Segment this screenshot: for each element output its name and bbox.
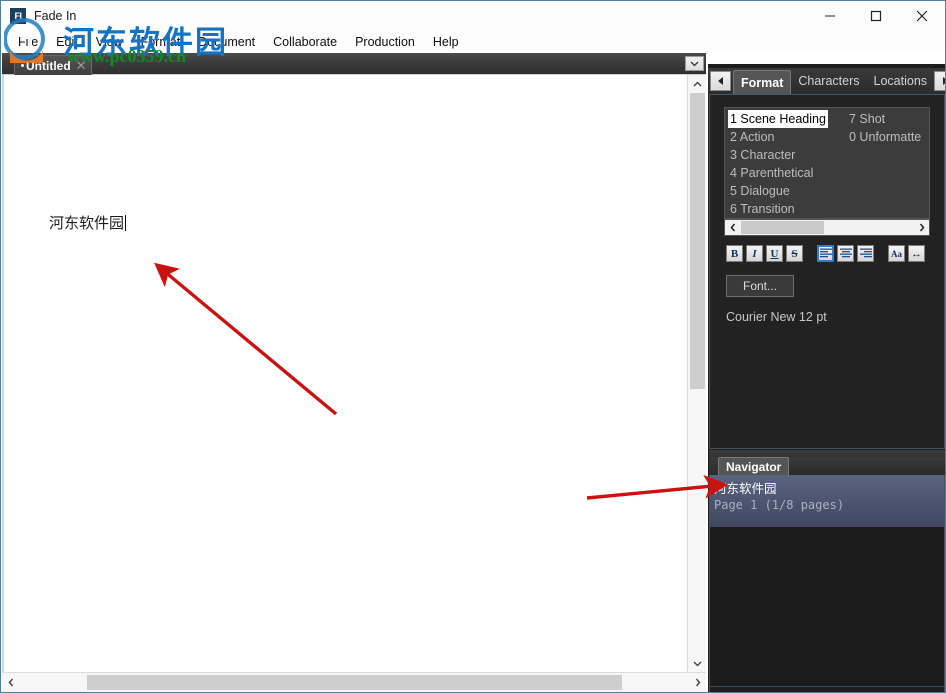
- tab-characters[interactable]: Characters: [791, 68, 866, 94]
- element-list-horizontal-scrollbar[interactable]: [724, 219, 930, 236]
- text-caret: [125, 215, 126, 231]
- menu-item-view[interactable]: View: [87, 33, 132, 51]
- navigator-item-title: 河东软件园: [714, 478, 944, 497]
- document-tab-untitled[interactable]: Untitled ✕: [14, 55, 92, 75]
- title-bar: FI Fade In: [1, 1, 945, 31]
- horizontal-scroll-thumb[interactable]: [87, 675, 622, 690]
- vertical-scroll-thumb[interactable]: [690, 93, 705, 389]
- panel-tabs-prev-button[interactable]: [710, 71, 731, 91]
- tab-locations[interactable]: Locations: [867, 68, 935, 94]
- font-button[interactable]: Font...: [726, 275, 794, 297]
- align-center-icon: [840, 248, 852, 259]
- chevron-up-icon: [693, 81, 702, 87]
- align-center-button[interactable]: [837, 245, 854, 262]
- strikethrough-button[interactable]: S: [786, 245, 803, 262]
- close-button[interactable]: [899, 1, 945, 31]
- navigator-footer: Page 1 of 1 Show: [709, 686, 945, 693]
- navigator-tab-bar: Navigator: [709, 457, 945, 475]
- close-tab-icon[interactable]: ✕: [76, 59, 87, 72]
- element-action[interactable]: 2 Action: [728, 128, 828, 146]
- modified-dot-icon: [21, 64, 24, 67]
- panel-tab-bar: Format Characters Locations: [708, 68, 946, 94]
- panel-tabs-next-button[interactable]: [934, 71, 946, 91]
- change-case-button[interactable]: Aa: [888, 245, 905, 262]
- scroll-left-button[interactable]: [2, 673, 19, 692]
- menu-item-help[interactable]: Help: [424, 33, 468, 51]
- chevron-right-icon: [695, 678, 701, 687]
- document-tab-strip: Untitled ✕: [2, 53, 706, 75]
- right-panel: Format Characters Locations 1 Scene Head…: [708, 64, 946, 693]
- change-case-icon: Aa: [891, 249, 902, 259]
- element-list-column-1: 1 Scene Heading 2 Action 3 Character 4 P…: [728, 110, 828, 218]
- element-list-scroll-left-button[interactable]: [725, 220, 740, 235]
- chevron-left-icon: [730, 223, 736, 232]
- align-right-button[interactable]: [857, 245, 874, 262]
- document-horizontal-scrollbar[interactable]: [2, 672, 706, 692]
- tab-list-dropdown-button[interactable]: [685, 56, 704, 71]
- element-transition[interactable]: 6 Transition: [728, 200, 828, 218]
- document-vertical-scrollbar[interactable]: [687, 75, 706, 672]
- align-left-icon: [820, 248, 832, 259]
- element-list-scroll-thumb[interactable]: [741, 221, 824, 234]
- chevron-down-icon: [690, 61, 699, 67]
- font-description: Courier New 12 pt: [726, 310, 827, 324]
- element-type-list[interactable]: 1 Scene Heading 2 Action 3 Character 4 P…: [724, 107, 930, 219]
- element-shot[interactable]: 7 Shot: [847, 110, 923, 128]
- element-character[interactable]: 3 Character: [728, 146, 828, 164]
- document-area: 河东软件园: [2, 75, 706, 672]
- underline-icon: U: [771, 248, 779, 260]
- menu-item-file[interactable]: File: [9, 33, 47, 51]
- align-left-button[interactable]: [817, 245, 834, 262]
- chevron-right-icon: [919, 223, 925, 232]
- bold-button[interactable]: B: [726, 245, 743, 262]
- chevron-left-icon: [8, 678, 14, 687]
- navigator-list[interactable]: 河东软件园 Page 1 (1/8 pages): [709, 475, 945, 686]
- spacing-button[interactable]: ↔: [908, 245, 925, 262]
- screenplay-text-line[interactable]: 河东软件园: [49, 212, 126, 233]
- strikethrough-icon: S: [791, 248, 797, 260]
- bold-icon: B: [731, 248, 738, 260]
- tab-navigator[interactable]: Navigator: [718, 457, 789, 475]
- horizontal-arrow-icon: ↔: [911, 248, 922, 260]
- minimize-button[interactable]: [807, 1, 853, 31]
- triangle-left-icon: [718, 77, 724, 85]
- element-list-column-2: 7 Shot 0 Unformatte: [847, 110, 923, 146]
- align-right-icon: [860, 248, 872, 259]
- element-dialogue[interactable]: 5 Dialogue: [728, 182, 828, 200]
- scroll-up-button[interactable]: [688, 75, 706, 92]
- app-icon: FI: [10, 8, 26, 24]
- italic-button[interactable]: I: [746, 245, 763, 262]
- italic-icon: I: [752, 248, 756, 260]
- navigator-item-subtitle: Page 1 (1/8 pages): [714, 498, 944, 512]
- element-unformatted[interactable]: 0 Unformatte: [847, 128, 923, 146]
- menu-item-edit[interactable]: Edit: [47, 33, 87, 51]
- menu-item-collaborate[interactable]: Collaborate: [264, 33, 346, 51]
- triangle-right-icon: [942, 77, 946, 85]
- document-tab-label: Untitled: [26, 59, 71, 73]
- element-parenthetical[interactable]: 4 Parenthetical: [728, 164, 828, 182]
- window-controls: [807, 1, 945, 31]
- element-list-scroll-right-button[interactable]: [914, 220, 929, 235]
- maximize-button[interactable]: [853, 1, 899, 31]
- fade-in-window: FI Fade In File Edit View Format Documen…: [0, 0, 946, 693]
- tab-format[interactable]: Format: [733, 70, 791, 94]
- format-panel-body: 1 Scene Heading 2 Action 3 Character 4 P…: [709, 94, 945, 449]
- menu-bar: File Edit View Format Document Collabora…: [1, 31, 945, 53]
- screenplay-text-content: 河东软件园: [49, 214, 124, 232]
- underline-button[interactable]: U: [766, 245, 783, 262]
- format-toolbar: B I U S Aa ↔: [726, 245, 928, 262]
- scroll-down-button[interactable]: [688, 655, 706, 672]
- navigator-list-item[interactable]: 河东软件园 Page 1 (1/8 pages): [710, 475, 944, 527]
- scroll-right-button[interactable]: [689, 673, 706, 692]
- window-title: Fade In: [34, 9, 76, 23]
- menu-item-production[interactable]: Production: [346, 33, 424, 51]
- menu-item-format[interactable]: Format: [132, 33, 190, 51]
- element-scene-heading[interactable]: 1 Scene Heading: [728, 110, 828, 128]
- screenplay-page[interactable]: 河东软件园: [2, 75, 687, 672]
- menu-item-document[interactable]: Document: [189, 33, 264, 51]
- chevron-down-icon: [693, 661, 702, 667]
